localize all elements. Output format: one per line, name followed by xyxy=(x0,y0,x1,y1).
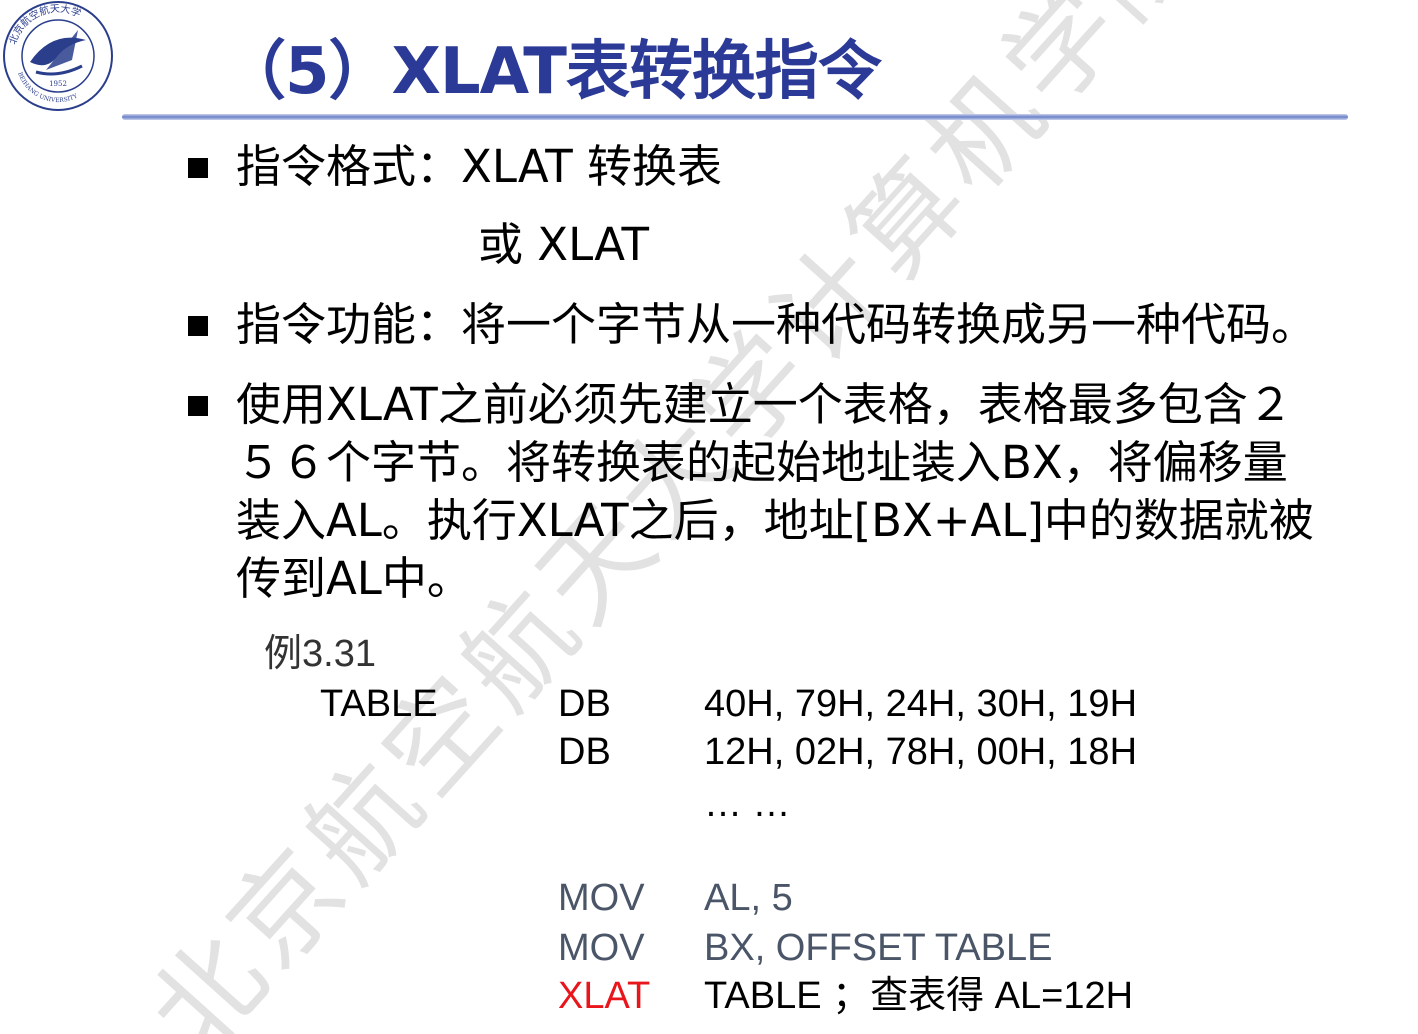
example-label: 例3.31 xyxy=(264,633,376,675)
xlat-op: XLAT xyxy=(558,975,651,1017)
db-args: 12H, 02H, 78H, 00H, 18H xyxy=(704,731,1138,773)
usage-line: ５６个字节。将转换表的起始地址装入BX，将偏移量 xyxy=(236,436,1288,489)
db-args: 40H, 79H, 24H, 30H, 19H xyxy=(704,683,1138,725)
usage-paragraph: 使用XLAT之前必须先建立一个表格，表格最多包含２ ５６个字节。将转换表的起始地… xyxy=(236,376,1396,608)
slide-title: （5）XLAT表转换指令 xyxy=(222,35,882,109)
title-divider xyxy=(122,114,1348,120)
instruction-op: MOV xyxy=(558,927,645,969)
usage-line: 传到AL中。 xyxy=(236,552,472,605)
format-line: 指令格式：XLAT 转换表 xyxy=(236,140,723,193)
bullet-marker xyxy=(188,396,208,416)
bullet-marker xyxy=(188,158,208,178)
table-name: TABLE xyxy=(320,683,438,725)
bullet-marker xyxy=(188,316,208,336)
usage-line: 使用XLAT之前必须先建立一个表格，表格最多包含２ xyxy=(236,378,1293,431)
format-alt-line: 或 XLAT xyxy=(478,218,650,271)
instruction-args: BX, OFFSET TABLE xyxy=(704,927,1053,969)
instruction-args: AL, 5 xyxy=(704,877,793,919)
instruction-args: TABLE ；查表得 AL=12H xyxy=(704,975,1134,1017)
logo-year: 1952 xyxy=(49,80,67,88)
university-logo: 1952 北京航空航天大学 BEIHANG UNIVERSITY xyxy=(3,1,113,111)
db-op: DB xyxy=(558,731,611,773)
ellipsis: … … xyxy=(704,783,791,825)
function-line: 指令功能：将一个字节从一种代码转换成另一种代码。 xyxy=(236,298,1317,351)
db-op: DB xyxy=(558,683,611,725)
usage-line: 装入AL。执行XLAT之后，地址[BX+AL]中的数据就被 xyxy=(236,494,1314,547)
instruction-op: MOV xyxy=(558,877,645,919)
